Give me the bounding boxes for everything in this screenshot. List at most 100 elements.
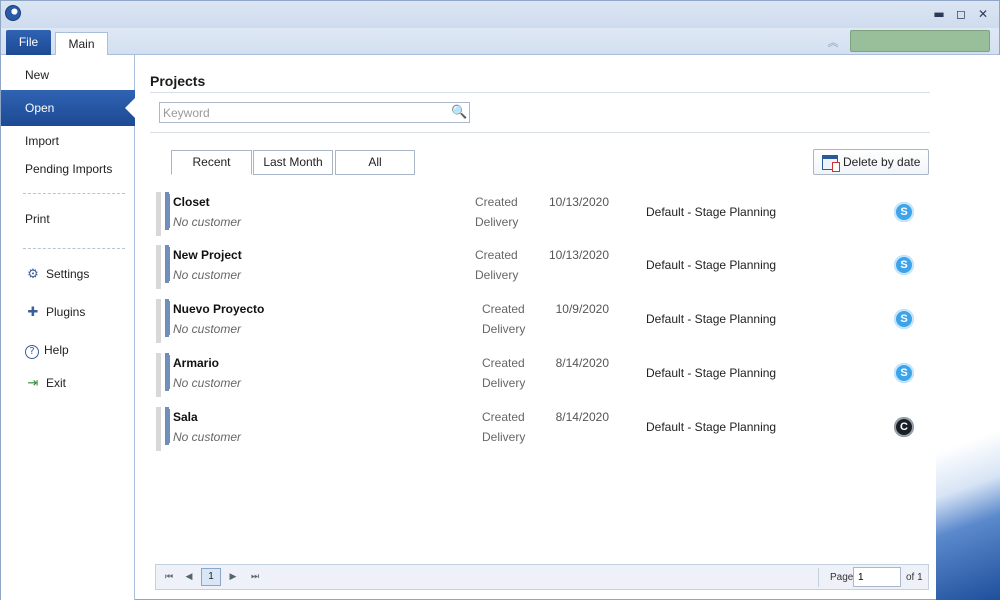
page-of-label: of 1 [906,572,923,583]
table-row[interactable]: New Project No customer Created Delivery… [156,243,926,291]
search-divider [150,132,930,133]
menu-item-settings[interactable]: ⚙ Settings [1,261,135,287]
project-name: Sala [173,410,198,424]
status-badge: C [894,417,914,437]
menu-item-exit[interactable]: ⇥ Exit [1,370,135,396]
delivery-label: Delivery [482,322,526,336]
menu-item-plugins[interactable]: ✚ Plugins [1,299,135,325]
menu-item-open[interactable]: Open [1,90,135,126]
account-box[interactable] [850,30,990,52]
tab-file[interactable]: File [6,30,51,55]
row-accent [166,409,170,443]
page-label: Page [830,572,854,583]
table-row[interactable]: Nuevo Proyecto No customer Created Deliv… [156,297,926,345]
row-marker [156,192,169,236]
calendar-delete-icon [822,155,840,172]
help-icon: ? [25,345,39,359]
row-marker [156,245,169,289]
menu-item-print[interactable]: Print [1,206,135,232]
created-date: 10/9/2020 [555,302,609,316]
project-name: Armario [173,356,220,370]
project-type: Default - Stage Planning [646,258,777,272]
exit-icon: ⇥ [27,376,39,391]
project-customer: No customer [173,430,242,444]
delete-by-date-button[interactable]: Delete by date [813,149,929,175]
menu-item-label: New [25,68,50,82]
window-controls: ▬ ◻ ✕ [931,7,991,21]
page-number-input[interactable] [853,567,901,587]
status-badge: S [894,202,914,222]
decorative-swoosh [936,55,1000,600]
tab-recent[interactable]: Recent [171,150,252,175]
tab-main[interactable]: Main [55,32,108,56]
collapse-ribbon-icon[interactable]: ︽ [825,34,841,49]
project-customer: No customer [173,376,242,390]
menu-item-help[interactable]: ? Help [1,337,135,363]
puzzle-icon: ✚ [27,305,39,320]
project-customer: No customer [173,215,242,229]
prev-page-icon[interactable]: ◀ [179,569,199,585]
current-page-button[interactable]: 1 [201,568,221,586]
project-customer: No customer [173,268,242,282]
delivery-label: Delivery [475,268,519,282]
menu-item-import[interactable]: Import [1,128,135,154]
status-badge: S [894,309,914,329]
title-divider [150,92,930,93]
menu-divider [23,193,125,194]
table-row[interactable]: Armario No customer Created Delivery 8/1… [156,351,926,399]
page-title: Projects [150,73,206,89]
last-page-icon[interactable]: ⏭ [245,569,265,585]
close-button[interactable]: ✕ [975,7,991,21]
created-label: Created [482,356,525,370]
restore-button[interactable]: ◻ [953,7,969,21]
pager-divider [818,568,819,587]
search-icon[interactable]: 🔍 [451,104,467,121]
delivery-label: Delivery [475,215,519,229]
status-badge: S [894,255,914,275]
created-date: 8/14/2020 [555,356,609,370]
menu-item-label: Print [25,212,50,226]
delivery-label: Delivery [482,376,526,390]
project-type: Default - Stage Planning [646,312,777,326]
project-customer: No customer [173,322,242,336]
tab-last-month[interactable]: Last Month [253,150,333,175]
menu-item-new[interactable]: New [1,62,135,88]
menu-item-pending-imports[interactable]: Pending Imports [1,156,135,182]
row-marker [156,407,169,451]
status-badge: S [894,363,914,383]
projects-panel: Projects 🔍 Recent Last Month All Delete … [136,55,936,565]
backstage-menu: New Open Import Pending Imports Print ⚙ S… [1,55,135,600]
created-label: Created [482,410,525,424]
menu-divider [23,248,125,249]
row-accent [166,355,170,389]
tab-all[interactable]: All [335,150,415,175]
created-label: Created [482,302,525,316]
menu-item-label: Help [44,343,69,357]
row-accent [166,301,170,335]
first-page-icon[interactable]: ⏮ [159,569,179,585]
app-window: ▬ ◻ ✕ File Main ︽ New Open Import Pendin… [0,0,1000,600]
search-input[interactable] [160,103,450,122]
created-date: 10/13/2020 [548,248,609,262]
menu-item-label: Open [25,101,55,115]
app-logo-icon[interactable] [5,5,21,21]
menu-item-label: Import [25,134,60,148]
menu-item-label: Settings [46,267,90,281]
gear-icon: ⚙ [27,267,39,282]
menu-item-label: Exit [46,376,67,390]
next-page-icon[interactable]: ▶ [223,569,243,585]
project-type: Default - Stage Planning [646,420,777,434]
created-label: Created [475,195,518,209]
project-type: Default - Stage Planning [646,205,777,219]
row-marker [156,299,169,343]
project-name: Nuevo Proyecto [173,302,265,316]
row-marker [156,353,169,397]
menu-item-label: Plugins [46,305,86,319]
minimize-button[interactable]: ▬ [931,7,947,21]
table-row[interactable]: Sala No customer Created Delivery 8/14/2… [156,405,926,453]
delete-by-date-label: Delete by date [843,155,921,169]
table-row[interactable]: Closet No customer Created Delivery 10/1… [156,190,926,238]
created-date: 10/13/2020 [548,195,609,209]
ribbon-tab-row: File Main ︽ [1,28,999,56]
row-accent [166,194,170,228]
